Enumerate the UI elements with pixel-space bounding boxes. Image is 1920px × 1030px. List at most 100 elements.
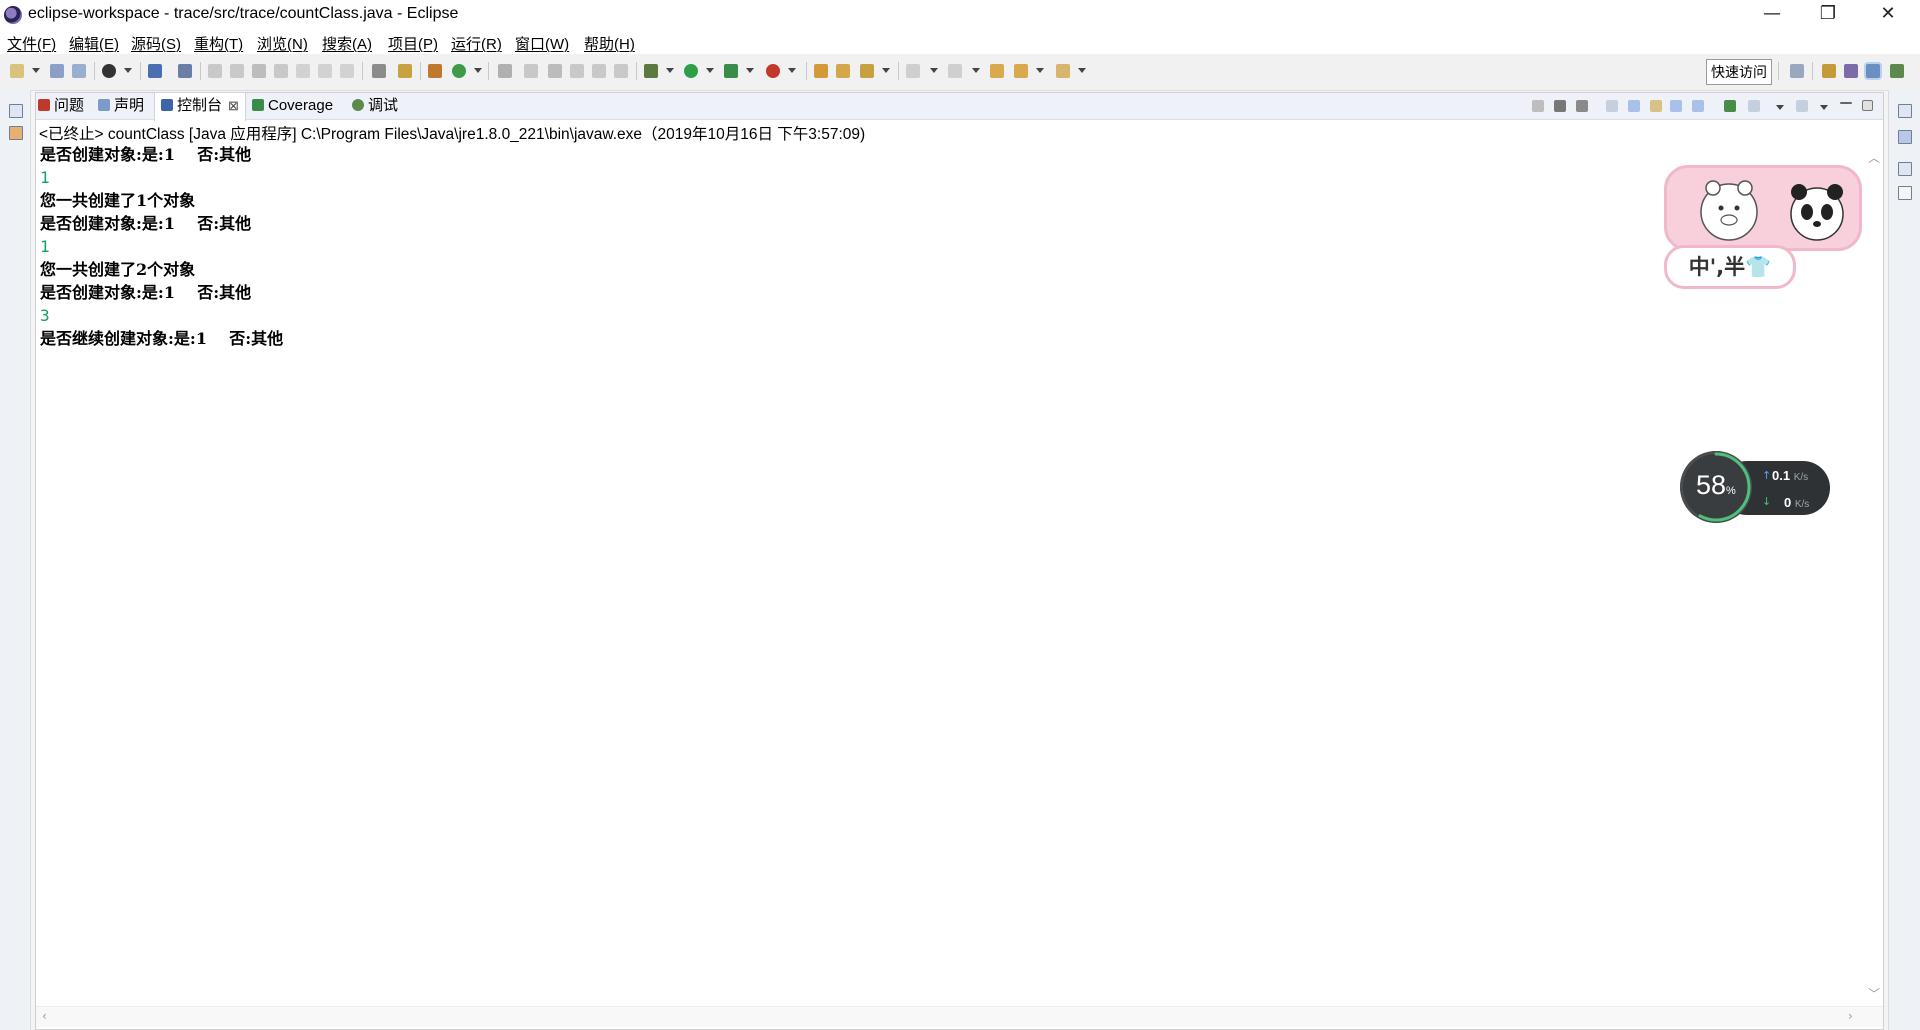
console-output[interactable]: 是否创建对象:是:1 否:其他 1 您一共创建了1个对象 是否创建对象:是:1 … — [40, 143, 1840, 350]
tab-problems[interactable]: 问题 — [38, 93, 84, 119]
menu-refactor[interactable]: 重构(T) — [194, 33, 243, 54]
pin-console-icon[interactable] — [1724, 100, 1736, 112]
show-whitespace-icon[interactable] — [614, 64, 628, 78]
open-perspective-icon[interactable] — [1790, 64, 1804, 78]
tab-debug[interactable]: 调试 — [352, 93, 398, 119]
ime-sticker[interactable]: 中',半👕 — [1664, 165, 1862, 289]
chevron-down-icon[interactable] — [32, 68, 40, 73]
block-selection-icon[interactable] — [570, 64, 584, 78]
menu-search[interactable]: 搜索(A) — [322, 33, 372, 54]
task-list-icon[interactable] — [1898, 186, 1912, 200]
maximize-view-icon[interactable] — [1862, 100, 1873, 111]
java-perspective-icon[interactable] — [1844, 64, 1858, 78]
external-tools-icon[interactable] — [766, 64, 780, 78]
restore-view-icon[interactable] — [1898, 162, 1912, 176]
remove-all-terminated-icon[interactable] — [1576, 100, 1588, 112]
chevron-down-icon[interactable] — [124, 68, 132, 73]
show-on-error-icon[interactable] — [1692, 100, 1704, 112]
word-wrap-icon[interactable] — [592, 64, 606, 78]
save-icon[interactable] — [50, 64, 64, 78]
open-task-icon[interactable] — [836, 64, 850, 78]
display-console-icon[interactable] — [1748, 100, 1760, 112]
horizontal-scrollbar[interactable]: ‹ › — [36, 1006, 1883, 1027]
scroll-lock-icon[interactable] — [1628, 100, 1640, 112]
next-annotation-icon[interactable] — [906, 64, 920, 78]
open-type-icon[interactable] — [498, 64, 512, 78]
run-icon[interactable] — [684, 64, 698, 78]
scroll-right-icon[interactable]: › — [1848, 1009, 1853, 1023]
debug-perspective-icon[interactable] — [1866, 64, 1880, 78]
toggle-mark-icon[interactable] — [548, 64, 562, 78]
remove-launch-icon[interactable] — [1554, 100, 1566, 112]
open-console-icon[interactable] — [1796, 100, 1808, 112]
previous-annotation-icon[interactable] — [948, 64, 962, 78]
debug-icon[interactable] — [644, 64, 658, 78]
step-into-icon[interactable] — [296, 64, 310, 78]
scroll-left-icon[interactable]: ‹ — [42, 1009, 47, 1023]
menu-edit[interactable]: 编辑(E) — [69, 33, 119, 54]
close-window-button[interactable]: ✕ — [1860, 0, 1916, 30]
chevron-down-icon[interactable] — [666, 68, 674, 73]
drop-to-frame-icon[interactable] — [372, 64, 386, 78]
scroll-down-icon[interactable]: ﹀ — [1868, 985, 1880, 1002]
word-wrap-icon[interactable] — [1650, 100, 1662, 112]
suspend-icon[interactable] — [230, 64, 244, 78]
bug-perspective-icon[interactable] — [1890, 64, 1904, 78]
menu-file[interactable]: 文件(F) — [7, 33, 56, 54]
chevron-down-icon[interactable] — [1776, 105, 1784, 110]
terminate-icon[interactable] — [1532, 100, 1544, 112]
menu-project[interactable]: 项目(P) — [388, 33, 438, 54]
minimize-button[interactable]: — — [1744, 0, 1800, 30]
terminate-icon[interactable] — [252, 64, 266, 78]
clear-console-icon[interactable] — [1606, 100, 1618, 112]
use-step-filters-icon[interactable] — [398, 64, 412, 78]
menu-navigate[interactable]: 浏览(N) — [257, 33, 308, 54]
chevron-down-icon[interactable] — [1036, 68, 1044, 73]
outline-icon[interactable] — [1898, 130, 1912, 144]
new-icon[interactable] — [10, 64, 24, 78]
chevron-down-icon[interactable] — [474, 68, 482, 73]
scroll-up-icon[interactable]: ︿ — [1868, 149, 1880, 166]
ime-mode-label[interactable]: 中',半👕 — [1664, 245, 1796, 289]
chevron-down-icon[interactable] — [1820, 105, 1828, 110]
step-return-icon[interactable] — [340, 64, 354, 78]
chevron-down-icon[interactable] — [706, 68, 714, 73]
restore-view-icon[interactable] — [9, 104, 23, 118]
chevron-down-icon[interactable] — [972, 68, 980, 73]
vertical-scrollbar[interactable]: ︿ ﹀ — [1865, 149, 1883, 1009]
coverage-run-icon[interactable] — [724, 64, 738, 78]
skip-breakpoints-icon[interactable] — [178, 64, 192, 78]
console-view-icon[interactable] — [148, 64, 162, 78]
tab-declaration[interactable]: 声明 — [98, 93, 144, 119]
chevron-down-icon[interactable] — [882, 68, 890, 73]
package-explorer-icon[interactable] — [9, 126, 23, 140]
profile-icon[interactable] — [102, 64, 116, 78]
show-on-output-icon[interactable] — [1670, 100, 1682, 112]
menu-help[interactable]: 帮助(H) — [584, 33, 635, 54]
search-icon[interactable] — [524, 64, 538, 78]
new-java-class-icon[interactable] — [452, 64, 466, 78]
save-all-icon[interactable] — [72, 64, 86, 78]
new-java-package-icon[interactable] — [428, 64, 442, 78]
open-folder-icon[interactable] — [814, 64, 828, 78]
last-edit-icon[interactable] — [990, 64, 1004, 78]
menu-source[interactable]: 源码(S) — [131, 33, 181, 54]
chevron-down-icon[interactable] — [1078, 68, 1086, 73]
java-ee-perspective-icon[interactable] — [1822, 64, 1836, 78]
restore-view-icon[interactable] — [1898, 104, 1912, 118]
tab-console[interactable]: 控制台 ⊠ — [154, 92, 246, 121]
close-icon[interactable]: ⊠ — [228, 98, 239, 113]
chevron-down-icon[interactable] — [930, 68, 938, 73]
menu-run[interactable]: 运行(R) — [451, 33, 502, 54]
disconnect-icon[interactable] — [274, 64, 288, 78]
minimize-view-icon[interactable] — [1840, 102, 1852, 104]
resume-icon[interactable] — [208, 64, 222, 78]
step-over-icon[interactable] — [318, 64, 332, 78]
tab-coverage[interactable]: Coverage — [252, 93, 333, 119]
network-speed-widget[interactable]: 58% ↑ 0.1 K/s ↓ 0 K/s — [1680, 451, 1832, 526]
chevron-down-icon[interactable] — [746, 68, 754, 73]
chevron-down-icon[interactable] — [788, 68, 796, 73]
back-arrow-icon[interactable] — [1014, 64, 1028, 78]
pencil-icon[interactable] — [860, 64, 874, 78]
maximize-button[interactable]: ❐ — [1800, 0, 1856, 30]
